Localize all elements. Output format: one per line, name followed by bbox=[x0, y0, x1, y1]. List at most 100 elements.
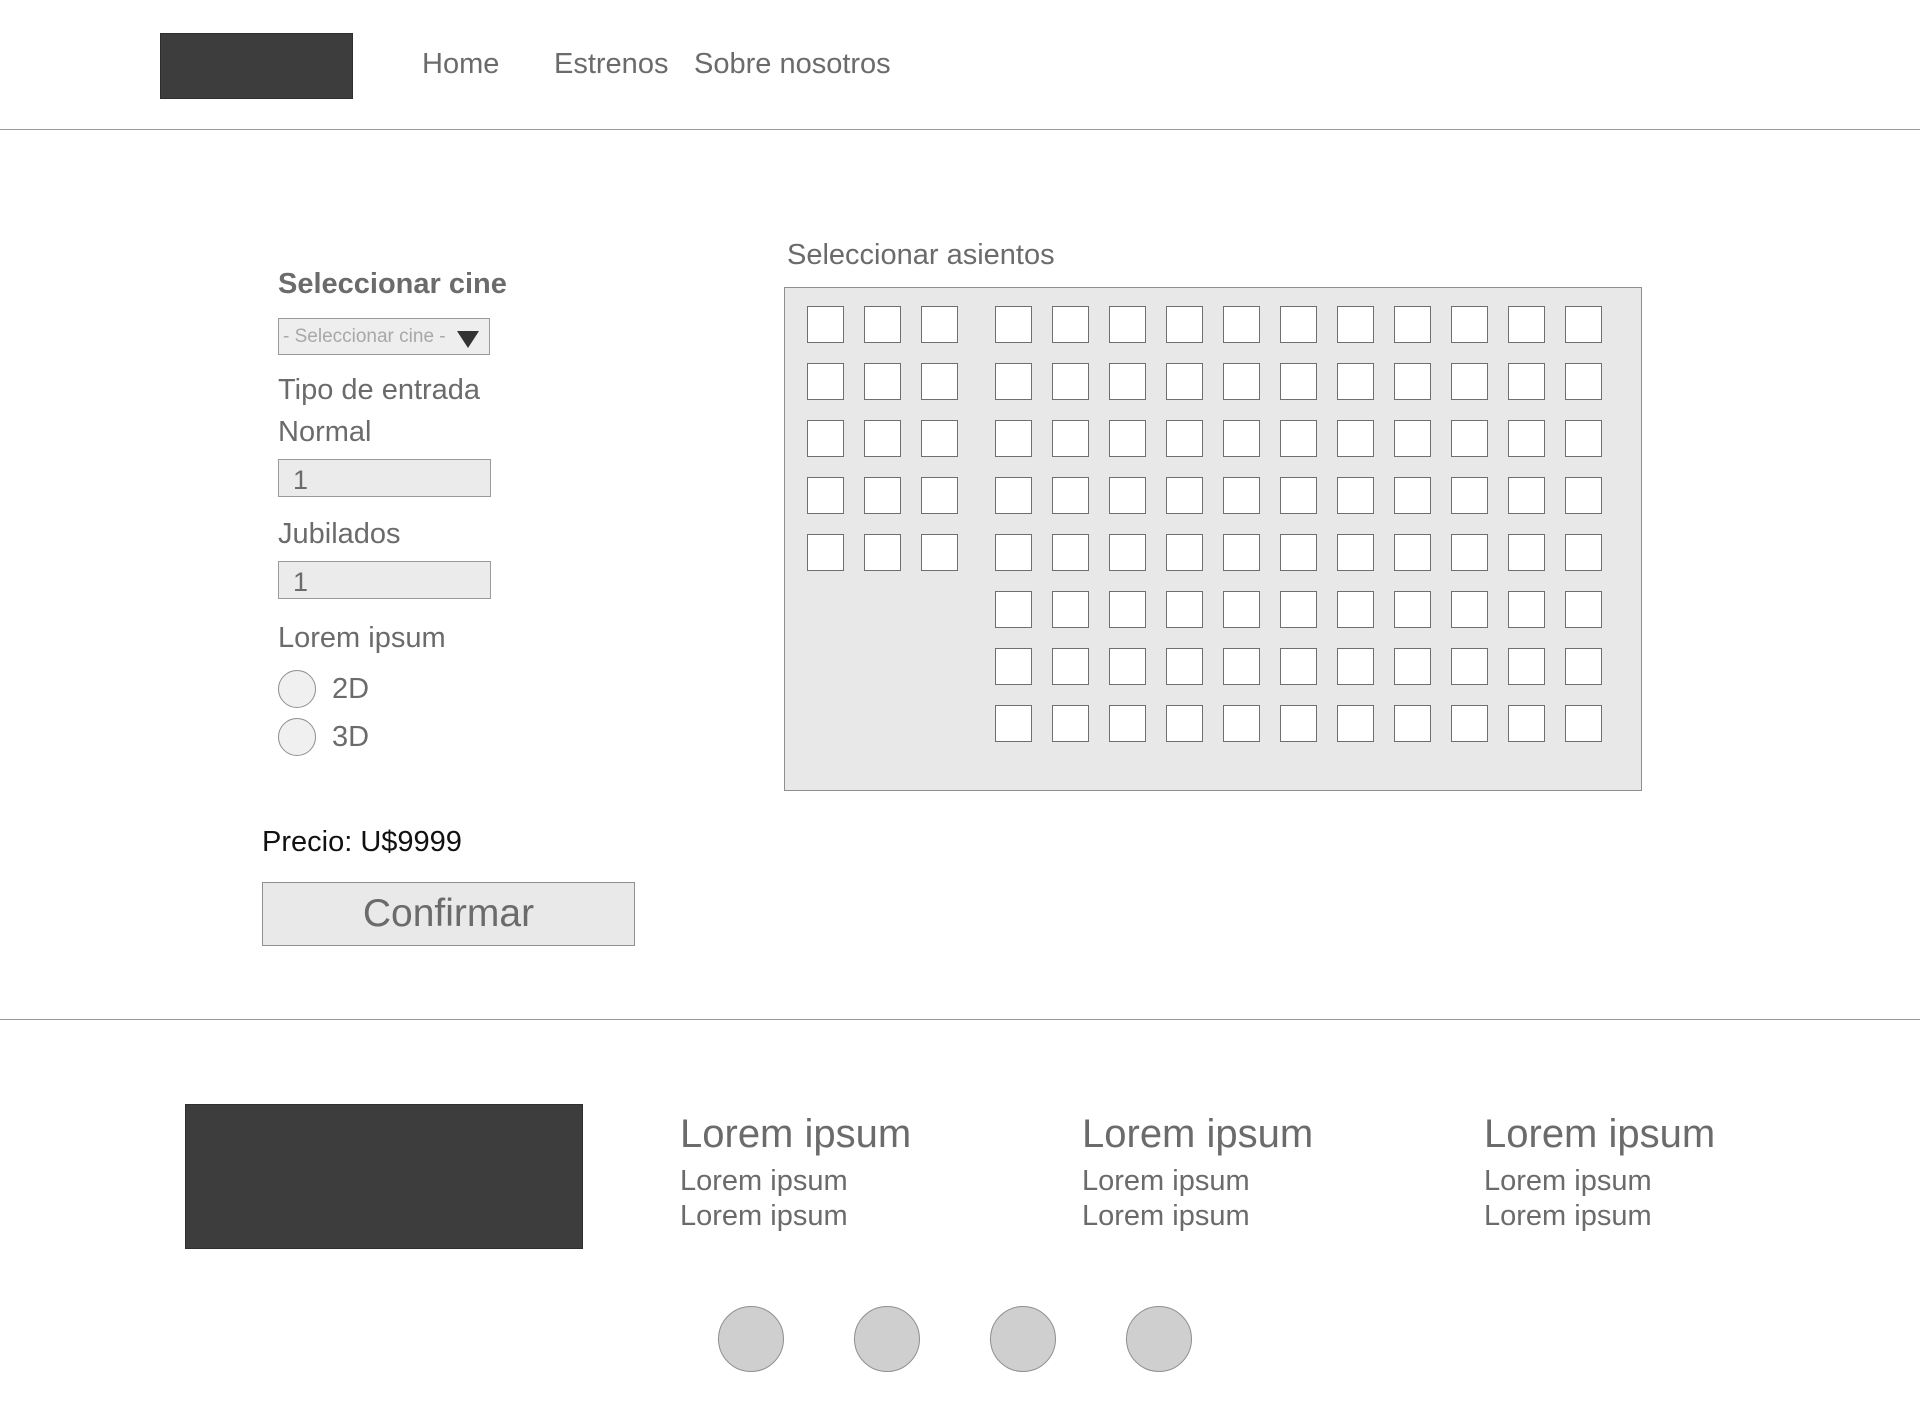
seat-right-r5-c7[interactable] bbox=[1337, 534, 1374, 571]
seat-right-r3-c8[interactable] bbox=[1394, 420, 1431, 457]
seat-right-r2-c3[interactable] bbox=[1109, 363, 1146, 400]
seat-right-r7-c2[interactable] bbox=[1052, 648, 1089, 685]
seat-right-r4-c8[interactable] bbox=[1394, 477, 1431, 514]
seat-right-r3-c11[interactable] bbox=[1565, 420, 1602, 457]
seat-left-r3-c1[interactable] bbox=[807, 420, 844, 457]
seat-left-r1-c1[interactable] bbox=[807, 306, 844, 343]
seat-right-r4-c6[interactable] bbox=[1280, 477, 1317, 514]
seat-right-r7-c8[interactable] bbox=[1394, 648, 1431, 685]
seat-left-r2-c2[interactable] bbox=[864, 363, 901, 400]
seat-right-r3-c2[interactable] bbox=[1052, 420, 1089, 457]
seat-left-r3-c2[interactable] bbox=[864, 420, 901, 457]
seat-right-r6-c2[interactable] bbox=[1052, 591, 1089, 628]
seat-right-r7-c1[interactable] bbox=[995, 648, 1032, 685]
seat-right-r2-c1[interactable] bbox=[995, 363, 1032, 400]
seat-right-r7-c9[interactable] bbox=[1451, 648, 1488, 685]
seat-right-r8-c1[interactable] bbox=[995, 705, 1032, 742]
seat-right-r6-c5[interactable] bbox=[1223, 591, 1260, 628]
seat-right-r8-c6[interactable] bbox=[1280, 705, 1317, 742]
seat-right-r4-c9[interactable] bbox=[1451, 477, 1488, 514]
seat-right-r4-c3[interactable] bbox=[1109, 477, 1146, 514]
seat-right-r2-c10[interactable] bbox=[1508, 363, 1545, 400]
nav-sobre-nosotros[interactable]: Sobre nosotros bbox=[694, 48, 891, 81]
seat-right-r5-c1[interactable] bbox=[995, 534, 1032, 571]
seat-right-r7-c11[interactable] bbox=[1565, 648, 1602, 685]
seat-left-r2-c3[interactable] bbox=[921, 363, 958, 400]
seat-right-r3-c5[interactable] bbox=[1223, 420, 1260, 457]
seat-right-r7-c7[interactable] bbox=[1337, 648, 1374, 685]
seat-right-r1-c7[interactable] bbox=[1337, 306, 1374, 343]
seat-right-r6-c9[interactable] bbox=[1451, 591, 1488, 628]
seat-right-r6-c6[interactable] bbox=[1280, 591, 1317, 628]
seat-right-r1-c8[interactable] bbox=[1394, 306, 1431, 343]
seat-right-r4-c5[interactable] bbox=[1223, 477, 1260, 514]
seat-right-r1-c1[interactable] bbox=[995, 306, 1032, 343]
seat-right-r5-c10[interactable] bbox=[1508, 534, 1545, 571]
seat-right-r3-c6[interactable] bbox=[1280, 420, 1317, 457]
footer-link[interactable]: Lorem ipsum bbox=[680, 1164, 911, 1199]
seat-right-r2-c9[interactable] bbox=[1451, 363, 1488, 400]
seat-right-r8-c8[interactable] bbox=[1394, 705, 1431, 742]
seat-right-r2-c2[interactable] bbox=[1052, 363, 1089, 400]
seat-right-r5-c8[interactable] bbox=[1394, 534, 1431, 571]
radio-3d[interactable] bbox=[278, 718, 316, 756]
seat-right-r8-c10[interactable] bbox=[1508, 705, 1545, 742]
seat-right-r5-c6[interactable] bbox=[1280, 534, 1317, 571]
seat-right-r6-c10[interactable] bbox=[1508, 591, 1545, 628]
seat-right-r4-c11[interactable] bbox=[1565, 477, 1602, 514]
seat-left-r1-c3[interactable] bbox=[921, 306, 958, 343]
seat-right-r5-c2[interactable] bbox=[1052, 534, 1089, 571]
seat-right-r8-c5[interactable] bbox=[1223, 705, 1260, 742]
seat-right-r3-c1[interactable] bbox=[995, 420, 1032, 457]
seat-right-r1-c10[interactable] bbox=[1508, 306, 1545, 343]
seat-right-r1-c4[interactable] bbox=[1166, 306, 1203, 343]
seat-right-r2-c8[interactable] bbox=[1394, 363, 1431, 400]
seat-right-r5-c11[interactable] bbox=[1565, 534, 1602, 571]
cinema-select[interactable]: - Seleccionar cine - bbox=[278, 318, 490, 355]
seat-right-r2-c7[interactable] bbox=[1337, 363, 1374, 400]
social-icon[interactable] bbox=[854, 1306, 920, 1372]
footer-link[interactable]: Lorem ipsum bbox=[1484, 1199, 1715, 1234]
seat-right-r5-c9[interactable] bbox=[1451, 534, 1488, 571]
seat-right-r6-c7[interactable] bbox=[1337, 591, 1374, 628]
seat-left-r1-c2[interactable] bbox=[864, 306, 901, 343]
seat-right-r3-c10[interactable] bbox=[1508, 420, 1545, 457]
nav-estrenos[interactable]: Estrenos bbox=[554, 48, 668, 81]
seat-right-r6-c11[interactable] bbox=[1565, 591, 1602, 628]
seat-left-r4-c3[interactable] bbox=[921, 477, 958, 514]
normal-quantity-input[interactable] bbox=[278, 459, 491, 497]
seat-right-r4-c7[interactable] bbox=[1337, 477, 1374, 514]
seat-right-r3-c9[interactable] bbox=[1451, 420, 1488, 457]
seat-right-r1-c9[interactable] bbox=[1451, 306, 1488, 343]
seat-right-r4-c1[interactable] bbox=[995, 477, 1032, 514]
social-icon[interactable] bbox=[718, 1306, 784, 1372]
seat-left-r4-c2[interactable] bbox=[864, 477, 901, 514]
seat-right-r3-c7[interactable] bbox=[1337, 420, 1374, 457]
seat-left-r5-c1[interactable] bbox=[807, 534, 844, 571]
footer-link[interactable]: Lorem ipsum bbox=[1484, 1164, 1715, 1199]
seat-right-r2-c5[interactable] bbox=[1223, 363, 1260, 400]
seat-right-r8-c2[interactable] bbox=[1052, 705, 1089, 742]
seat-right-r3-c4[interactable] bbox=[1166, 420, 1203, 457]
seat-right-r5-c3[interactable] bbox=[1109, 534, 1146, 571]
seat-right-r3-c3[interactable] bbox=[1109, 420, 1146, 457]
seat-right-r4-c2[interactable] bbox=[1052, 477, 1089, 514]
seat-right-r4-c10[interactable] bbox=[1508, 477, 1545, 514]
seat-right-r6-c8[interactable] bbox=[1394, 591, 1431, 628]
seat-right-r7-c3[interactable] bbox=[1109, 648, 1146, 685]
seat-right-r8-c4[interactable] bbox=[1166, 705, 1203, 742]
seat-right-r7-c10[interactable] bbox=[1508, 648, 1545, 685]
seat-right-r5-c5[interactable] bbox=[1223, 534, 1260, 571]
seat-right-r5-c4[interactable] bbox=[1166, 534, 1203, 571]
social-icon[interactable] bbox=[990, 1306, 1056, 1372]
social-icon[interactable] bbox=[1126, 1306, 1192, 1372]
seat-right-r2-c11[interactable] bbox=[1565, 363, 1602, 400]
jubilados-quantity-input[interactable] bbox=[278, 561, 491, 599]
footer-link[interactable]: Lorem ipsum bbox=[680, 1199, 911, 1234]
seat-right-r4-c4[interactable] bbox=[1166, 477, 1203, 514]
seat-left-r4-c1[interactable] bbox=[807, 477, 844, 514]
seat-right-r8-c3[interactable] bbox=[1109, 705, 1146, 742]
seat-right-r1-c5[interactable] bbox=[1223, 306, 1260, 343]
seat-right-r7-c4[interactable] bbox=[1166, 648, 1203, 685]
footer-link[interactable]: Lorem ipsum bbox=[1082, 1199, 1313, 1234]
